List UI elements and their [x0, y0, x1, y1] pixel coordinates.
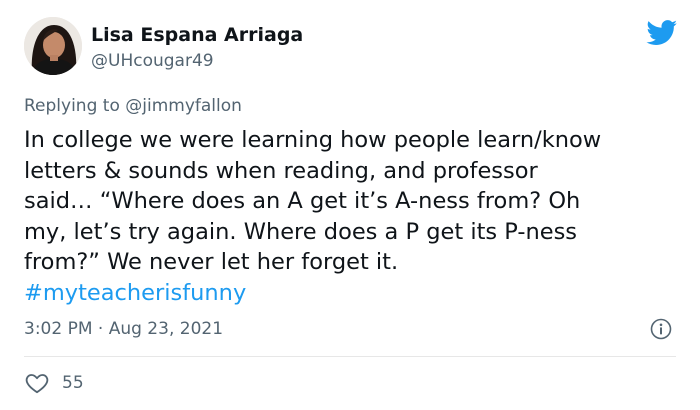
tweet-text: In college we were learning how people l…	[24, 125, 684, 308]
divider	[24, 356, 676, 357]
display-name[interactable]: Lisa Espana Arriaga	[91, 24, 303, 46]
tweet-text-line: said… “Where does an A get it’s A-ness f…	[24, 188, 581, 214]
tweet-text-line: my, let’s try again. Where does a P get …	[24, 218, 578, 245]
user-handle[interactable]: @UHcougar49	[91, 51, 214, 71]
tweet-card: Lisa Espana Arriaga @UHcougar49 Replying…	[0, 0, 700, 410]
tweet-timestamp[interactable]: 3:02 PM · Aug 23, 2021	[24, 319, 223, 339]
twitter-bird-icon[interactable]	[646, 20, 678, 46]
tweet-text-line: In college we were learning how people l…	[24, 127, 602, 153]
hashtag-link[interactable]: #myteacherisfunny	[24, 278, 684, 309]
tweet-text-line: letters & sounds when reading, and profe…	[24, 157, 538, 184]
reply-prefix: Replying to	[24, 96, 126, 116]
like-button[interactable]: 55	[24, 370, 84, 396]
info-icon[interactable]	[650, 318, 672, 340]
reply-mention-link[interactable]: @jimmyfallon	[125, 96, 242, 116]
like-count: 55	[62, 373, 84, 393]
reply-context: Replying to @jimmyfallon	[24, 96, 242, 116]
avatar[interactable]	[24, 17, 82, 75]
tweet-text-line: from?” We never let her forget it.	[24, 249, 399, 275]
heart-icon[interactable]	[24, 370, 50, 396]
